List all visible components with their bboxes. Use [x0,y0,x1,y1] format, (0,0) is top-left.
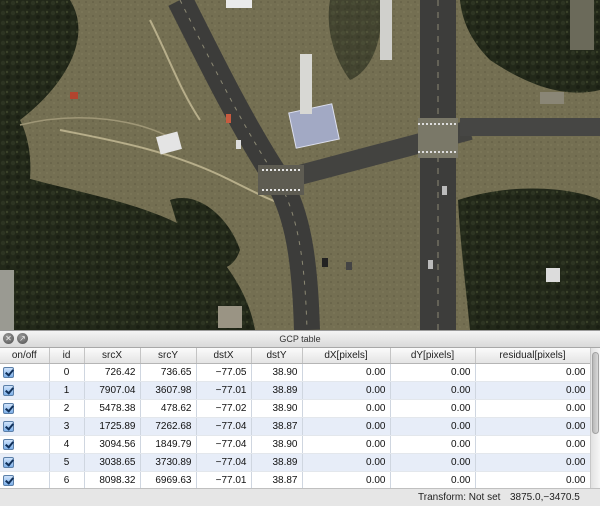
cell-id: 5 [49,453,85,472]
cell-dstx[interactable]: −77.05 [196,363,252,382]
scrollbar-thumb[interactable] [592,352,599,434]
cell-dx: 0.00 [302,363,391,382]
column-header-dy[interactable]: dY[pixels] [390,348,476,364]
table-row[interactable]: 4 3094.56 1849.79 −77.04 38.90 0.00 0.00… [0,435,590,454]
cell-dy: 0.00 [390,381,476,400]
panel-titlebar[interactable]: ✕ ↗ GCP table [0,331,600,348]
column-header-id[interactable]: id [49,348,85,364]
column-header-dstx[interactable]: dstX [196,348,252,364]
cell-dsty[interactable]: 38.90 [251,363,303,382]
table-row[interactable]: 5 3038.65 3730.89 −77.04 38.89 0.00 0.00… [0,453,590,472]
cell-dsty[interactable]: 38.90 [251,435,303,454]
cell-srcx[interactable]: 5478.38 [84,399,141,418]
cell-srcy[interactable]: 1849.79 [140,435,197,454]
cell-id: 2 [49,399,85,418]
cell-residual: 0.00 [475,381,590,400]
cell-dsty[interactable]: 38.89 [251,453,303,472]
cell-dx: 0.00 [302,453,391,472]
cursor-coordinates: 3875.0,−3470.5 [510,492,580,503]
cell-dx: 0.00 [302,381,391,400]
checkbox-checked-icon[interactable] [3,474,14,486]
cell-srcx[interactable]: 3094.56 [84,435,141,454]
cell-dy: 0.00 [390,363,476,382]
cell-residual: 0.00 [475,417,590,436]
cell-dstx[interactable]: −77.01 [196,471,252,488]
cell-srcy[interactable]: 478.62 [140,399,197,418]
cell-residual: 0.00 [475,363,590,382]
transform-status: Transform: Not set [418,492,501,503]
cell-dy: 0.00 [390,417,476,436]
gcp-table: on/off id srcX srcY dstX dstY dX[pixels]… [0,348,590,488]
cell-srcx[interactable]: 3038.65 [84,453,141,472]
cell-dstx[interactable]: −77.04 [196,453,252,472]
cell-dy: 0.00 [390,453,476,472]
cell-dx: 0.00 [302,471,391,488]
panel-title: GCP table [279,334,321,344]
cell-id: 0 [49,363,85,382]
cell-dy: 0.00 [390,399,476,418]
cell-dstx[interactable]: −77.02 [196,399,252,418]
cell-dy: 0.00 [390,471,476,488]
status-bar: Transform: Not set 3875.0,−3470.5 [0,488,600,506]
cell-dx: 0.00 [302,399,391,418]
cell-residual: 0.00 [475,399,590,418]
cell-residual: 0.00 [475,435,590,454]
cell-srcy[interactable]: 6969.63 [140,471,197,488]
aerial-image [0,0,600,330]
cell-srcy[interactable]: 7262.68 [140,417,197,436]
cell-id: 1 [49,381,85,400]
checkbox-checked-icon[interactable] [3,402,14,414]
table-row[interactable]: 3 1725.89 7262.68 −77.04 38.87 0.00 0.00… [0,417,590,436]
column-header-onoff[interactable]: on/off [0,348,50,364]
cell-id: 3 [49,417,85,436]
cell-dstx[interactable]: −77.01 [196,381,252,400]
cell-dsty[interactable]: 38.87 [251,471,303,488]
table-header: on/off id srcX srcY dstX dstY dX[pixels]… [0,348,590,364]
cell-dsty[interactable]: 38.90 [251,399,303,418]
cell-dsty[interactable]: 38.87 [251,417,303,436]
checkbox-checked-icon[interactable] [3,384,14,396]
checkbox-checked-icon[interactable] [3,438,14,450]
cell-dx: 0.00 [302,435,391,454]
column-header-residual[interactable]: residual[pixels] [475,348,590,364]
cell-dx: 0.00 [302,417,391,436]
column-header-dx[interactable]: dX[pixels] [302,348,391,364]
cell-dsty[interactable]: 38.89 [251,381,303,400]
table-row[interactable]: 6 8098.32 6969.63 −77.01 38.87 0.00 0.00… [0,471,590,488]
close-icon[interactable]: ✕ [3,333,14,344]
checkbox-checked-icon[interactable] [3,366,14,378]
gcp-table-panel: ✕ ↗ GCP table on/off id srcX srcY dstX d… [0,330,600,506]
table-row[interactable]: 0 726.42 736.65 −77.05 38.90 0.00 0.00 0… [0,363,590,382]
table-scrollbar[interactable] [590,348,600,488]
cell-srcx[interactable]: 7907.04 [84,381,141,400]
column-header-dsty[interactable]: dstY [251,348,303,364]
float-icon[interactable]: ↗ [17,333,28,344]
column-header-srcy[interactable]: srcY [140,348,197,364]
map-canvas[interactable] [0,0,600,330]
table-row[interactable]: 1 7907.04 3607.98 −77.01 38.89 0.00 0.00… [0,381,590,400]
cell-srcx[interactable]: 726.42 [84,363,141,382]
cell-dy: 0.00 [390,435,476,454]
table-row[interactable]: 2 5478.38 478.62 −77.02 38.90 0.00 0.00 … [0,399,590,418]
cell-srcx[interactable]: 8098.32 [84,471,141,488]
cell-srcy[interactable]: 3607.98 [140,381,197,400]
cell-dstx[interactable]: −77.04 [196,417,252,436]
cell-srcy[interactable]: 736.65 [140,363,197,382]
cell-residual: 0.00 [475,471,590,488]
checkbox-checked-icon[interactable] [3,420,14,432]
cell-srcy[interactable]: 3730.89 [140,453,197,472]
cell-dstx[interactable]: −77.04 [196,435,252,454]
cell-residual: 0.00 [475,453,590,472]
cell-id: 4 [49,435,85,454]
checkbox-checked-icon[interactable] [3,456,14,468]
cell-id: 6 [49,471,85,488]
column-header-srcx[interactable]: srcX [84,348,141,364]
cell-srcx[interactable]: 1725.89 [84,417,141,436]
